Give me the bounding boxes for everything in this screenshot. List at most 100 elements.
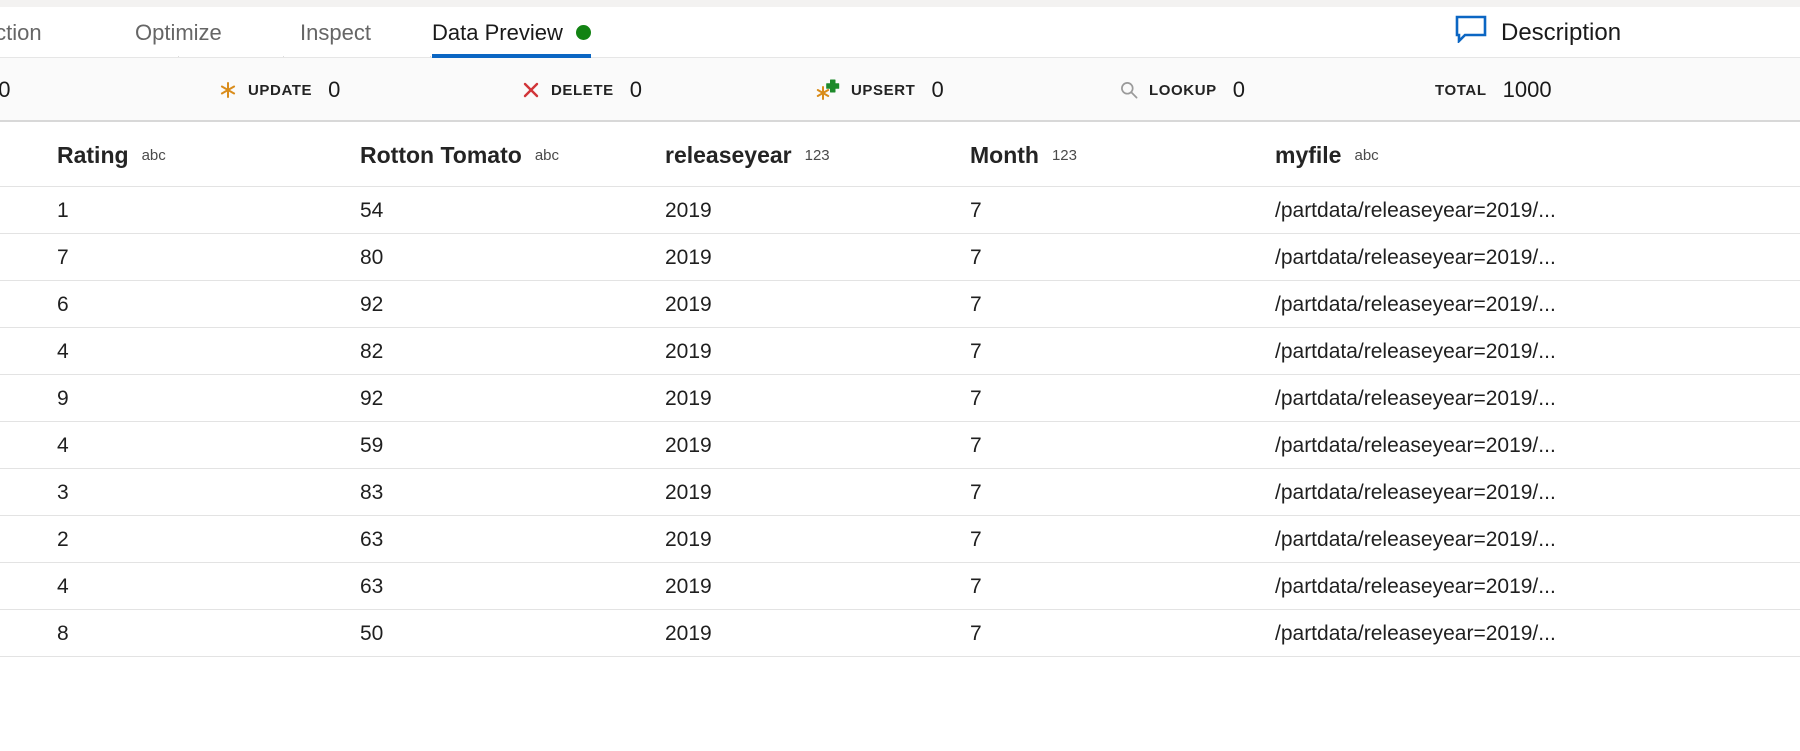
cell-myfile: /partdata/releaseyear=2019/... xyxy=(1275,574,1556,598)
cell-rating: 4 xyxy=(57,339,69,363)
table-row[interactable]: 4 82 2019 7/partdata/releaseyear=2019/... xyxy=(0,328,1800,375)
cell-month: 7 xyxy=(970,292,982,316)
cell-releaseyear: 2019 xyxy=(665,245,712,269)
column-type-icon: 123 xyxy=(1051,147,1077,164)
cell-rating: 2 xyxy=(57,527,69,551)
column-header-month[interactable]: Month 123 xyxy=(970,124,1077,187)
tab-divider xyxy=(430,56,431,57)
tab-label: jection xyxy=(0,19,42,45)
cell-releaseyear: 2019 xyxy=(665,621,712,645)
table-row[interactable]: 4 59 2019 7/partdata/releaseyear=2019/... xyxy=(0,422,1800,469)
table-header-row: Rating abc Rotton Tomato abc releaseyear 123 M… xyxy=(0,124,1800,187)
cell-rating: 9 xyxy=(57,386,69,410)
cell-rating: 6 xyxy=(57,292,69,316)
tab-data-preview[interactable]: Data Preview xyxy=(432,7,591,58)
cell-month: 7 xyxy=(970,574,982,598)
column-type-icon: abc xyxy=(534,147,559,164)
column-type-icon: 123 xyxy=(804,147,830,164)
cell-month: 7 xyxy=(970,527,982,551)
search-icon xyxy=(1119,80,1139,100)
table-row[interactable]: 2 63 2019 7/partdata/releaseyear=2019/... xyxy=(0,516,1800,563)
cell-releaseyear: 2019 xyxy=(665,480,712,504)
stat-value: 0 xyxy=(629,77,643,102)
cell-releaseyear: 2019 xyxy=(665,339,712,363)
cell-myfile: /partdata/releaseyear=2019/... xyxy=(1275,292,1556,316)
column-type-icon: abc xyxy=(1354,147,1379,164)
cell-month: 7 xyxy=(970,198,982,222)
cell-month: 7 xyxy=(970,433,982,457)
table-row[interactable]: 1 54 2019 7/partdata/releaseyear=2019/... xyxy=(0,187,1800,234)
tab-jection[interactable]: jection xyxy=(0,7,42,58)
tab-optimize[interactable]: Optimize xyxy=(135,7,222,58)
description-button[interactable]: Description xyxy=(1455,7,1800,58)
cell-myfile: /partdata/releaseyear=2019/... xyxy=(1275,433,1556,457)
stat-value: 1000 xyxy=(1502,77,1552,102)
cell-myfile: /partdata/releaseyear=2019/... xyxy=(1275,339,1556,363)
tab-label: Data Preview xyxy=(432,19,563,45)
cell-rotton-tomato: 80 xyxy=(360,245,384,269)
table-row[interactable]: 9 92 2019 7/partdata/releaseyear=2019/... xyxy=(0,375,1800,422)
stat-insert: 00 xyxy=(0,58,10,122)
stat-label: DELETE xyxy=(551,81,614,99)
data-preview-table: Rating abc Rotton Tomato abc releaseyear 123 M… xyxy=(0,124,1800,751)
tab-divider xyxy=(283,56,284,57)
table-body: 1 54 2019 7/partdata/releaseyear=2019/... 7 8… xyxy=(0,187,1800,657)
status-dot-icon xyxy=(575,25,591,40)
description-label: Description xyxy=(1501,18,1622,46)
stat-upsert: UPSERT 0 xyxy=(815,58,944,122)
column-type-icon: abc xyxy=(141,147,166,164)
cell-releaseyear: 2019 xyxy=(665,574,712,598)
cell-releaseyear: 2019 xyxy=(665,527,712,551)
cell-month: 7 xyxy=(970,386,982,410)
tab-label: Inspect xyxy=(300,19,371,45)
stat-label: TOTAL xyxy=(1435,81,1487,99)
cell-myfile: /partdata/releaseyear=2019/... xyxy=(1275,245,1556,269)
tab-inspect[interactable]: Inspect xyxy=(300,7,371,58)
table-row[interactable]: 8 50 2019 7/partdata/releaseyear=2019/... xyxy=(0,610,1800,657)
stat-delete: DELETE 0 xyxy=(521,58,642,122)
table-row[interactable]: 7 80 2019 7/partdata/releaseyear=2019/... xyxy=(0,234,1800,281)
column-header-releaseyear[interactable]: releaseyear 123 xyxy=(665,124,830,187)
cell-myfile: /partdata/releaseyear=2019/... xyxy=(1275,198,1556,222)
cell-month: 7 xyxy=(970,245,982,269)
cell-rating: 1 xyxy=(57,198,69,222)
cell-rotton-tomato: 82 xyxy=(360,339,384,363)
stat-value: 0 xyxy=(1232,77,1246,102)
cell-rotton-tomato: 63 xyxy=(360,527,384,551)
asterisk-icon xyxy=(218,80,238,100)
table-row[interactable]: 6 92 2019 7/partdata/releaseyear=2019/... xyxy=(0,281,1800,328)
cell-rotton-tomato: 83 xyxy=(360,480,384,504)
table-row[interactable]: 3 83 2019 7/partdata/releaseyear=2019/... xyxy=(0,469,1800,516)
column-name: myfile xyxy=(1275,142,1342,168)
stat-value: 0 xyxy=(931,77,944,102)
window-top-strip xyxy=(0,0,1800,7)
cell-month: 7 xyxy=(970,480,982,504)
cell-rotton-tomato: 54 xyxy=(360,198,384,222)
stat-total: TOTAL 1000 xyxy=(1425,58,1552,122)
column-header-myfile[interactable]: myfile abc xyxy=(1275,124,1379,187)
stat-update: UPDATE 0 xyxy=(218,58,340,122)
cell-myfile: /partdata/releaseyear=2019/... xyxy=(1275,480,1556,504)
column-header-rotton-tomato[interactable]: Rotton Tomato abc xyxy=(360,124,559,187)
column-name: Month xyxy=(970,142,1039,168)
stat-label: UPSERT xyxy=(851,81,916,99)
column-name: releaseyear xyxy=(665,142,792,168)
stat-value: 0 xyxy=(328,77,341,102)
cell-myfile: /partdata/releaseyear=2019/... xyxy=(1275,386,1556,410)
stats-bar: 00 UPDATE 0 DELETE 0 UPSERT 0 LOOKUP 0 TOTAL 1000 xyxy=(0,58,1800,122)
cell-month: 7 xyxy=(970,621,982,645)
table-row[interactable]: 4 63 2019 7/partdata/releaseyear=2019/... xyxy=(0,563,1800,610)
stat-label: UPDATE xyxy=(248,81,313,99)
column-name: Rating xyxy=(57,142,129,168)
column-name: Rotton Tomato xyxy=(360,142,522,168)
cell-releaseyear: 2019 xyxy=(665,292,712,316)
stat-value: 00 xyxy=(0,77,11,102)
cell-releaseyear: 2019 xyxy=(665,433,712,457)
x-icon xyxy=(521,80,541,100)
cell-myfile: /partdata/releaseyear=2019/... xyxy=(1275,621,1556,645)
tab-label: Optimize xyxy=(135,19,222,45)
cell-rotton-tomato: 63 xyxy=(360,574,384,598)
cell-month: 7 xyxy=(970,339,982,363)
column-header-rating[interactable]: Rating abc xyxy=(57,124,166,187)
tab-divider xyxy=(178,56,179,57)
